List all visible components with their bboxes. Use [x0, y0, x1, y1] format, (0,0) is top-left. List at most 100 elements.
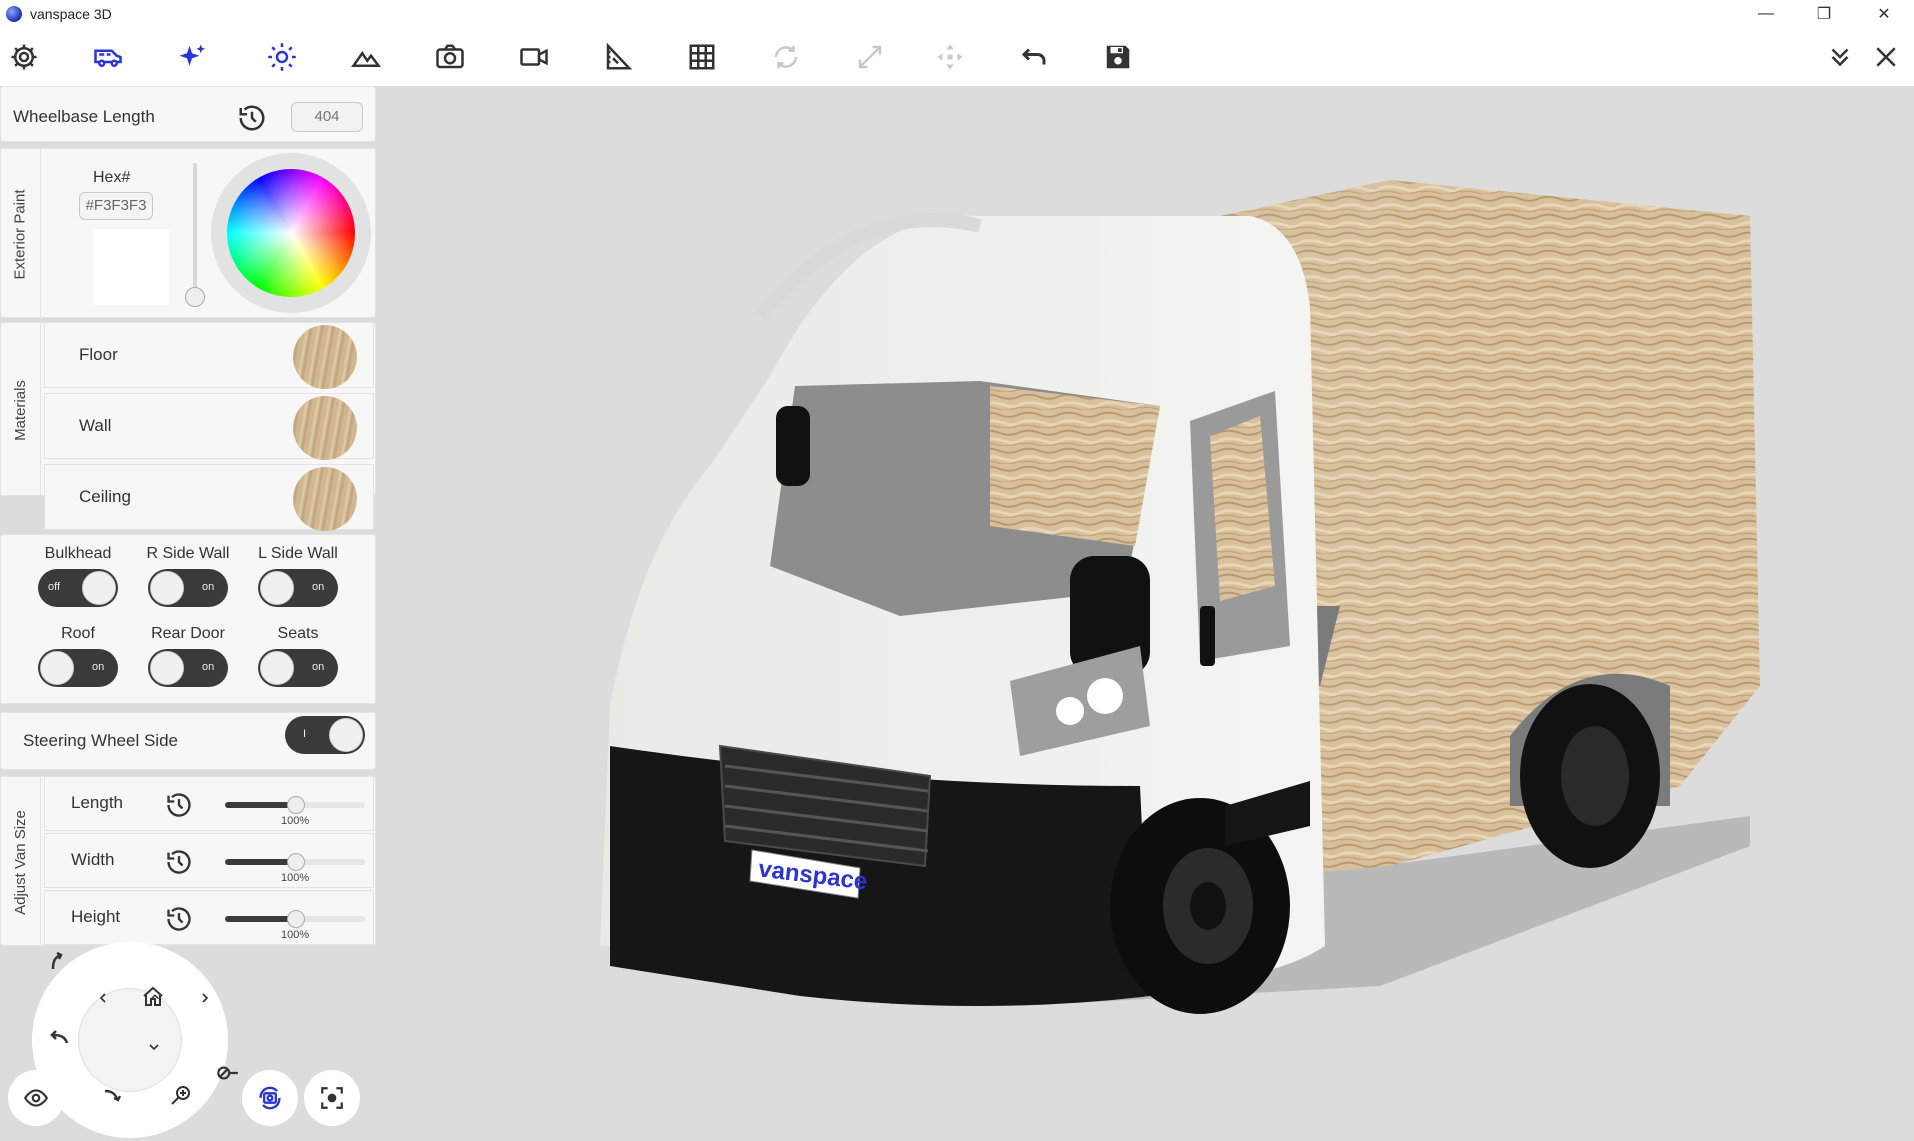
orbit-camera-button[interactable]: [242, 1070, 298, 1126]
r-side-wall-switch[interactable]: on: [148, 569, 228, 607]
slider-knob[interactable]: [287, 853, 305, 871]
restore-button[interactable]: ❐: [1796, 0, 1852, 28]
lighting-button[interactable]: [260, 36, 304, 78]
width-slider[interactable]: [225, 853, 365, 871]
resize-button[interactable]: [848, 36, 892, 78]
undo-icon: [1021, 48, 1046, 65]
gear-icon: [11, 44, 37, 70]
pan-down-button[interactable]: [139, 1032, 169, 1062]
focus-button[interactable]: [304, 1070, 360, 1126]
l-side-wall-switch[interactable]: on: [258, 569, 338, 607]
app-logo-icon: [6, 6, 22, 22]
collapse-button[interactable]: [1818, 36, 1862, 78]
van-button[interactable]: [86, 36, 130, 78]
material-row-wall[interactable]: Wall: [44, 393, 374, 460]
history-icon[interactable]: [165, 848, 193, 876]
toggle-state: on: [92, 661, 105, 673]
size-label: Length: [71, 793, 123, 812]
arrow-curve-right-icon: [104, 1089, 122, 1102]
move-icon: [937, 44, 963, 70]
close-window-button[interactable]: ✕: [1856, 0, 1912, 28]
toggle-state: off: [48, 581, 61, 593]
history-icon[interactable]: [165, 905, 193, 933]
steering-wheel-side-switch[interactable]: I: [285, 716, 365, 754]
sparkle-icon: [179, 44, 206, 66]
record-video-button[interactable]: [512, 36, 556, 78]
height-percent: 100%: [281, 929, 310, 941]
floor-texture-swatch[interactable]: [293, 325, 357, 389]
toggle-label: Bulkhead: [44, 545, 112, 562]
wheelbase-input[interactable]: 404: [291, 102, 363, 132]
color-swatch: [93, 229, 169, 305]
toggle-knob: [260, 651, 294, 685]
rotate-left-button[interactable]: [44, 1022, 74, 1052]
length-slider[interactable]: [225, 796, 365, 814]
toggle-label: Roof: [61, 625, 95, 642]
minimize-button[interactable]: —: [1738, 0, 1794, 28]
slider-knob[interactable]: [287, 910, 305, 928]
rear-door-switch[interactable]: on: [148, 649, 228, 687]
seats-switch[interactable]: on: [258, 649, 338, 687]
color-wheel-frame: [211, 153, 371, 313]
roof-switch[interactable]: on: [38, 649, 118, 687]
slider-knob[interactable]: [287, 796, 305, 814]
toggle-seats: Seats on: [243, 625, 353, 692]
toggle-knob: [150, 571, 184, 605]
toggle-label: Rear Door: [151, 625, 225, 642]
size-label: Width: [71, 850, 115, 869]
rotate-right-button[interactable]: [98, 1080, 128, 1110]
material-row-ceiling[interactable]: Ceiling: [44, 464, 374, 531]
toggle-label: R Side Wall: [146, 545, 230, 562]
settings-button[interactable]: [2, 36, 46, 78]
exterior-paint-card: Exterior Paint Hex# #F3F3F3: [0, 148, 376, 319]
toggle-label: Seats: [277, 625, 319, 642]
toggle-state: on: [312, 661, 325, 673]
brightness-slider-track[interactable]: [193, 163, 197, 293]
material-row-floor[interactable]: Floor: [44, 322, 374, 389]
chevron-right-icon: [202, 993, 209, 1003]
save-icon: [1106, 45, 1130, 69]
save-button[interactable]: [1096, 36, 1140, 78]
history-icon[interactable]: [237, 103, 267, 133]
history-icon[interactable]: [165, 791, 193, 819]
grid-button[interactable]: [680, 36, 724, 78]
toggle-state: on: [202, 581, 215, 593]
height-slider[interactable]: [225, 910, 365, 928]
environment-button[interactable]: [344, 36, 388, 78]
3d-viewport[interactable]: vanspace: [380, 86, 1914, 1141]
effects-button[interactable]: [170, 36, 214, 78]
undo-button[interactable]: [1012, 36, 1056, 78]
hex-input[interactable]: #F3F3F3: [79, 192, 153, 220]
terrain-icon: [351, 51, 381, 67]
rotate-icon: [774, 45, 798, 69]
home-view-button[interactable]: [138, 982, 168, 1012]
van-scene: vanspace: [600, 180, 1760, 1014]
eye-icon: [23, 1089, 49, 1107]
ceiling-texture-swatch[interactable]: [293, 467, 357, 531]
rotate-button[interactable]: [764, 36, 808, 78]
van-size-section-label: Adjust Van Size: [1, 777, 41, 947]
visibility-button[interactable]: [8, 1070, 64, 1126]
toggle-knob: [329, 718, 363, 752]
wall-texture-swatch[interactable]: [293, 396, 357, 460]
toolbar: [0, 28, 1914, 86]
width-percent: 100%: [281, 872, 310, 884]
color-wheel[interactable]: [227, 169, 355, 297]
pan-right-button[interactable]: [190, 983, 220, 1013]
move-button[interactable]: [928, 36, 972, 78]
zoom-in-button[interactable]: [166, 1080, 196, 1110]
pan-left-button[interactable]: [88, 983, 118, 1013]
zoom-in-icon: [171, 1086, 190, 1105]
materials-section-label: Materials: [1, 323, 41, 497]
toggle-r-side-wall: R Side Wall on: [133, 545, 243, 612]
measure-button[interactable]: [596, 36, 640, 78]
zoom-out-button[interactable]: [212, 1058, 242, 1088]
wheelbase-card: Wheelbase Length 404: [0, 86, 376, 142]
rotate-up-button[interactable]: [42, 946, 72, 976]
screenshot-button[interactable]: [428, 36, 472, 78]
bulkhead-switch[interactable]: off: [38, 569, 118, 607]
close-panel-button[interactable]: [1864, 36, 1908, 78]
brightness-slider-knob[interactable]: [185, 287, 205, 307]
wheelbase-label: Wheelbase Length: [13, 107, 155, 126]
visibility-toggles-card: Bulkhead off R Side Wall on L Side Wall …: [0, 534, 376, 704]
